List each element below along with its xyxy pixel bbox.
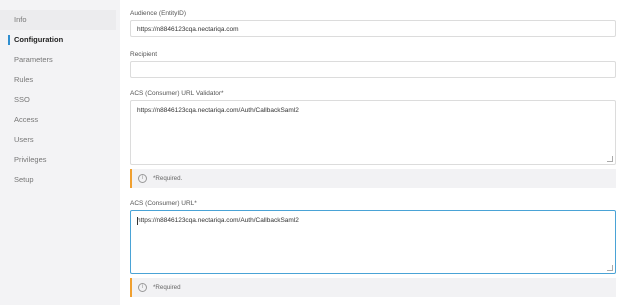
audience-label: Audience (EntityID)	[130, 10, 186, 17]
acs-validator-value: https://n8846123cqa.nectariqa.com/Auth/C…	[137, 107, 299, 114]
sidebar-item-privileges[interactable]: Privileges	[0, 150, 116, 170]
sidebar: Info Configuration Parameters Rules SSO …	[0, 0, 116, 305]
sidebar-item-label: SSO	[14, 95, 30, 104]
info-icon: i	[138, 282, 147, 292]
main-form: Audience (EntityID) https://n8846123cqa.…	[120, 0, 624, 305]
sidebar-item-access[interactable]: Access	[0, 110, 116, 130]
sidebar-item-sso[interactable]: SSO	[0, 90, 116, 110]
recipient-label: Recipient	[130, 51, 158, 58]
sidebar-item-label: Access	[14, 115, 39, 124]
audience-input[interactable]: https://n8846123cqa.nectariqa.com	[130, 20, 616, 37]
sidebar-item-label: Configuration	[14, 35, 64, 44]
acs-url-label: ACS (Consumer) URL*	[130, 200, 197, 207]
audience-value: https://n8846123cqa.nectariqa.com	[137, 26, 239, 33]
resize-handle-icon[interactable]	[607, 156, 613, 162]
sidebar-item-label: Parameters	[14, 55, 53, 64]
acs-validator-hint: i *Required.	[130, 169, 616, 188]
sidebar-item-users[interactable]: Users	[0, 130, 116, 150]
acs-url-value: https://n8846123cqa.nectariqa.com/Auth/C…	[137, 217, 299, 224]
acs-url-textarea[interactable]: https://n8846123cqa.nectariqa.com/Auth/C…	[130, 210, 616, 274]
acs-url-hint-text: *Required	[153, 284, 181, 291]
sidebar-item-setup[interactable]: Setup	[0, 170, 116, 190]
acs-validator-label: ACS (Consumer) URL Validator*	[130, 90, 224, 97]
acs-url-hint: i *Required	[130, 278, 616, 297]
text-cursor	[137, 217, 138, 225]
sidebar-item-info[interactable]: Info	[0, 10, 116, 30]
info-icon: i	[138, 173, 147, 183]
sidebar-item-parameters[interactable]: Parameters	[0, 50, 116, 70]
sidebar-item-rules[interactable]: Rules	[0, 70, 116, 90]
recipient-input[interactable]	[130, 61, 616, 78]
sidebar-item-label: Info	[14, 15, 27, 24]
sidebar-item-label: Rules	[14, 75, 34, 84]
sidebar-item-label: Privileges	[14, 155, 47, 164]
sidebar-item-label: Setup	[14, 175, 34, 184]
resize-handle-icon[interactable]	[607, 265, 613, 271]
acs-validator-hint-text: *Required.	[153, 175, 183, 182]
sidebar-item-configuration[interactable]: Configuration	[0, 30, 116, 50]
acs-validator-textarea[interactable]: https://n8846123cqa.nectariqa.com/Auth/C…	[130, 100, 616, 165]
sidebar-item-label: Users	[14, 135, 34, 144]
